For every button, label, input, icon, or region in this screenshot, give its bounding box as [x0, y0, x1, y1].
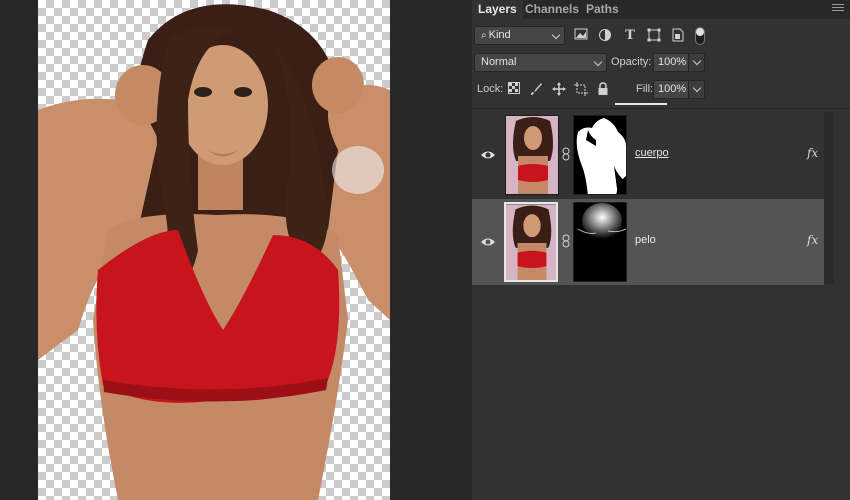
visibility-eye-icon[interactable]: [480, 148, 496, 160]
layer-name-cuerpo[interactable]: cuerpo: [635, 147, 669, 159]
fill-label: Fill:: [636, 83, 654, 95]
layer-name-pelo[interactable]: pelo: [635, 234, 656, 246]
mask-link-icon[interactable]: [562, 234, 570, 248]
layer-row-pelo[interactable]: pelo fx: [472, 199, 833, 285]
layer-mask-cuerpo[interactable]: [573, 115, 627, 195]
document-canvas[interactable]: [38, 0, 390, 500]
layer-thumbnail-cuerpo[interactable]: [505, 115, 559, 195]
lock-position-move-icon[interactable]: [551, 82, 567, 98]
blend-mode-value: Normal: [481, 56, 517, 68]
lock-image-pixels-brush-icon[interactable]: [528, 82, 544, 98]
canvas-area: [0, 0, 472, 500]
panel-menu-icon[interactable]: [832, 4, 844, 14]
filter-row: ⌕ Kind T: [472, 25, 850, 47]
layer-row-cuerpo[interactable]: cuerpo fx: [472, 112, 833, 198]
tab-layers[interactable]: Layers: [472, 0, 523, 19]
layers-panel: Layers Channels Paths ⌕ Kind T Normal Op…: [472, 0, 850, 500]
filter-kind-select[interactable]: ⌕ Kind: [474, 26, 565, 45]
smart-object-filter-icon[interactable]: [670, 28, 686, 44]
photoshop-window: Layers Channels Paths ⌕ Kind T Normal Op…: [0, 0, 850, 500]
tab-paths[interactable]: Paths: [580, 0, 625, 19]
shape-filter-icon[interactable]: [646, 28, 662, 44]
filter-toggle-switch[interactable]: [695, 27, 705, 45]
layer-effects-fx-icon[interactable]: fx: [807, 233, 818, 247]
lock-label: Lock:: [477, 83, 504, 95]
type-filter-icon[interactable]: T: [622, 28, 638, 44]
filter-kind-label: Kind: [488, 29, 511, 41]
lock-all-icon[interactable]: [595, 82, 611, 98]
opacity-dropdown-button[interactable]: [688, 53, 705, 72]
lock-row: Lock: Fill: 100%: [472, 80, 850, 102]
opacity-input[interactable]: 100%: [653, 53, 689, 72]
opacity-label: Opacity:: [611, 56, 652, 68]
woman-photo-layer: [38, 4, 390, 500]
layers-scrollbar[interactable]: [824, 112, 834, 284]
visibility-eye-icon[interactable]: [480, 235, 496, 247]
lock-transparent-pixels-icon[interactable]: [506, 82, 522, 98]
layer-effects-fx-icon[interactable]: fx: [807, 146, 818, 160]
image-filter-icon[interactable]: [573, 28, 589, 44]
fill-input[interactable]: 100%: [653, 80, 689, 99]
tab-channels[interactable]: Channels: [519, 0, 585, 19]
lock-artboard-icon[interactable]: [573, 82, 589, 98]
search-icon: ⌕: [481, 30, 487, 41]
fill-dropdown-button[interactable]: [688, 80, 705, 99]
layer-mask-pelo[interactable]: [573, 202, 627, 282]
adjustment-filter-icon[interactable]: [597, 28, 613, 44]
mask-link-icon[interactable]: [562, 147, 570, 161]
layer-thumbnail-pelo[interactable]: [504, 202, 558, 282]
panel-tab-bar: Layers Channels Paths: [472, 0, 850, 19]
fill-slider-indicator: [615, 103, 667, 105]
blend-row: Normal Opacity: 100%: [472, 52, 850, 74]
layers-divider: [472, 108, 850, 109]
blend-mode-select[interactable]: Normal: [474, 53, 607, 72]
